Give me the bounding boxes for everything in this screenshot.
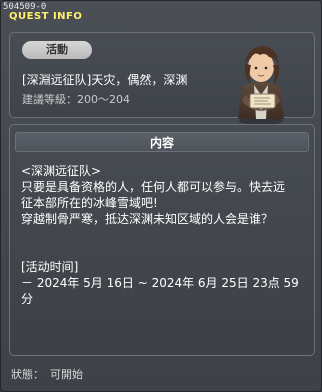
level-value: 200～204 bbox=[77, 93, 130, 106]
content-panel: 内容 <深渊远征队> 只要是具备资格的人，任何人都可以参与。快去远 征本部所在的… bbox=[9, 124, 315, 356]
content-body: <深渊远征队> 只要是具备资格的人，任何人都可以参与。快去远 征本部所在的冰峰雪… bbox=[21, 163, 309, 307]
status-value: 可開始 bbox=[50, 368, 83, 381]
content-line: 只要是具备资格的人，任何人都可以参与。快去远 bbox=[21, 180, 286, 194]
content-section-title: 内容 bbox=[15, 132, 309, 152]
quest-status: 狀態： 可開始 bbox=[11, 366, 83, 382]
level-label: 建議等級： bbox=[22, 93, 77, 106]
activity-badge: 活動 bbox=[22, 41, 92, 59]
recommended-level: 建議等級：200～204 bbox=[22, 91, 130, 107]
quest-title: [深淵远征队]天灾，偶然，深渊 bbox=[22, 73, 188, 87]
activity-time-value-line-2: 分 bbox=[21, 292, 34, 306]
quest-info-window: 504509-0 QUEST INFO 活動 [深淵远征队]天灾，偶然，深渊 建… bbox=[0, 0, 322, 392]
content-line: 穿越制骨严寒，抵达深渊未知区域的人会是谁？ bbox=[21, 212, 274, 226]
window-title: QUEST INFO bbox=[9, 11, 83, 22]
content-line: 征本部所在的冰峰雪域吧! bbox=[21, 196, 158, 210]
quest-header-panel: 活動 [深淵远征队]天灾，偶然，深渊 建議等級：200～204 bbox=[9, 32, 315, 125]
activity-time-title: [活动时间] bbox=[21, 260, 79, 274]
scroll-holding-npc-icon bbox=[238, 46, 284, 125]
content-line: <深渊远征队> bbox=[21, 164, 102, 178]
activity-time-value-line-1: － 2024年 5月 16日 ~ 2024年 6月 25日 23点 59 bbox=[21, 276, 299, 290]
status-label: 狀態： bbox=[11, 368, 44, 381]
